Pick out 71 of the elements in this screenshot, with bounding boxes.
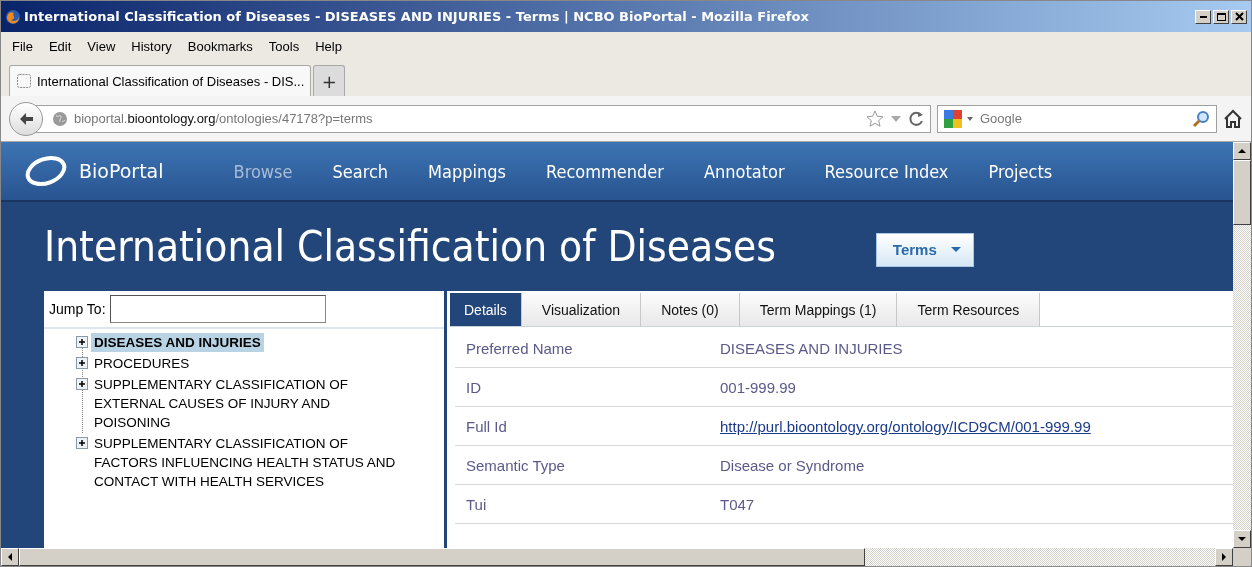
search-engine-icon xyxy=(944,109,962,128)
caret-icon xyxy=(950,246,961,253)
vertical-scrollbar[interactable] xyxy=(1233,142,1251,548)
field-value: Disease or Syndrome xyxy=(720,456,865,474)
nav-link[interactable]: Resource Index xyxy=(804,160,969,182)
page-icon xyxy=(16,73,32,89)
menu-item[interactable]: Edit xyxy=(41,36,79,56)
home-icon xyxy=(1223,108,1243,129)
expand-icon[interactable] xyxy=(76,357,88,369)
expand-icon[interactable] xyxy=(76,378,88,390)
nav-link[interactable]: Search xyxy=(312,160,409,182)
expand-icon[interactable] xyxy=(76,336,88,348)
star-icon xyxy=(866,109,884,128)
expand-icon[interactable] xyxy=(76,437,88,449)
detail-tab[interactable]: Visualization xyxy=(521,293,642,326)
address-bar[interactable]: bioportal.bioontology.org/ontologies/47178?p=terms xyxy=(35,104,931,133)
maximize-button[interactable] xyxy=(1213,9,1229,24)
tree-item[interactable]: SUPPLEMENTARY CLASSIFICATION OF EXTERNAL CAUSES OF INJURY AND POISONING xyxy=(91,375,409,432)
menu-item[interactable]: File xyxy=(5,36,40,56)
jump-to-label: Jump To: xyxy=(49,301,106,317)
field-link[interactable]: http://purl.bioontology.org/ontology/ICD9CM/001-999.99 xyxy=(720,417,1091,435)
scroll-left-icon xyxy=(6,552,14,562)
horizontal-scrollbar[interactable] xyxy=(1,548,1233,566)
field-value: T047 xyxy=(720,495,755,513)
nav-link[interactable]: Projects xyxy=(968,160,1073,182)
view-dropdown[interactable]: Terms xyxy=(875,232,974,267)
tree-item[interactable]: SUPPLEMENTARY CLASSIFICATION OF FACTORS INFLUENCING HEALTH STATUS AND CONTACT WITH HEALTH SERVICES xyxy=(91,434,409,491)
window-title: International Classification of Diseases - DISEASES AND INJURIES - Terms | NCBO BioPortal - Mozilla Firefox xyxy=(24,9,810,24)
field-label: Semantic Type xyxy=(465,456,566,474)
nav-link[interactable]: Mappings xyxy=(408,160,526,182)
search-icon xyxy=(1192,109,1210,128)
site-logo-text[interactable]: BioPortal xyxy=(79,160,164,182)
back-button[interactable] xyxy=(9,101,43,136)
minimize-icon xyxy=(1199,15,1207,18)
scroll-right-icon xyxy=(1220,552,1228,562)
detail-tab[interactable]: Details xyxy=(450,293,522,326)
maximize-icon xyxy=(1216,12,1226,21)
field-label: ID xyxy=(465,378,482,396)
field-label: Tui xyxy=(465,495,488,513)
field-value: 001-999.99 xyxy=(720,378,796,396)
reload-icon xyxy=(908,110,924,127)
nav-link[interactable]: Annotator xyxy=(683,160,805,182)
menu-item[interactable]: History xyxy=(124,36,179,56)
new-tab-button[interactable]: + xyxy=(313,65,346,96)
menu-item[interactable]: Help xyxy=(308,36,349,56)
browser-tab[interactable]: International Classification of Diseases - DIS... xyxy=(9,65,312,96)
tree-item[interactable]: DISEASES AND INJURIES xyxy=(91,333,264,352)
close-button[interactable] xyxy=(1231,9,1247,24)
page-title: International Classification of Diseases xyxy=(44,222,776,271)
browser-logo-icon xyxy=(5,8,21,25)
nav-link[interactable]: Recommender xyxy=(526,160,684,182)
scroll-up-icon xyxy=(1237,147,1247,155)
field-value: DISEASES AND INJURIES xyxy=(720,339,903,357)
search-bar[interactable]: Google xyxy=(937,104,1217,133)
scrollbar-thumb[interactable] xyxy=(19,548,865,566)
scroll-down-icon xyxy=(1237,535,1247,543)
ring-logo-icon xyxy=(23,155,69,187)
jump-to-field[interactable] xyxy=(109,295,326,323)
dropdown-arrow-icon xyxy=(966,114,974,123)
scrollbar-thumb[interactable] xyxy=(1233,160,1251,225)
detail-tab[interactable]: Notes (0) xyxy=(641,293,740,326)
detail-tab[interactable]: Term Resources xyxy=(897,293,1041,326)
menu-item[interactable]: Tools xyxy=(261,36,307,56)
field-label: Full Id xyxy=(465,417,508,435)
tree-item[interactable]: PROCEDURES xyxy=(91,354,409,373)
detail-tab[interactable]: Term Mappings (1) xyxy=(739,293,898,326)
menu-item[interactable]: View xyxy=(80,36,123,56)
close-icon xyxy=(1234,12,1244,21)
minimize-button[interactable] xyxy=(1195,9,1211,24)
field-label: Preferred Name xyxy=(465,339,574,357)
menu-item[interactable]: Bookmarks xyxy=(180,36,260,56)
